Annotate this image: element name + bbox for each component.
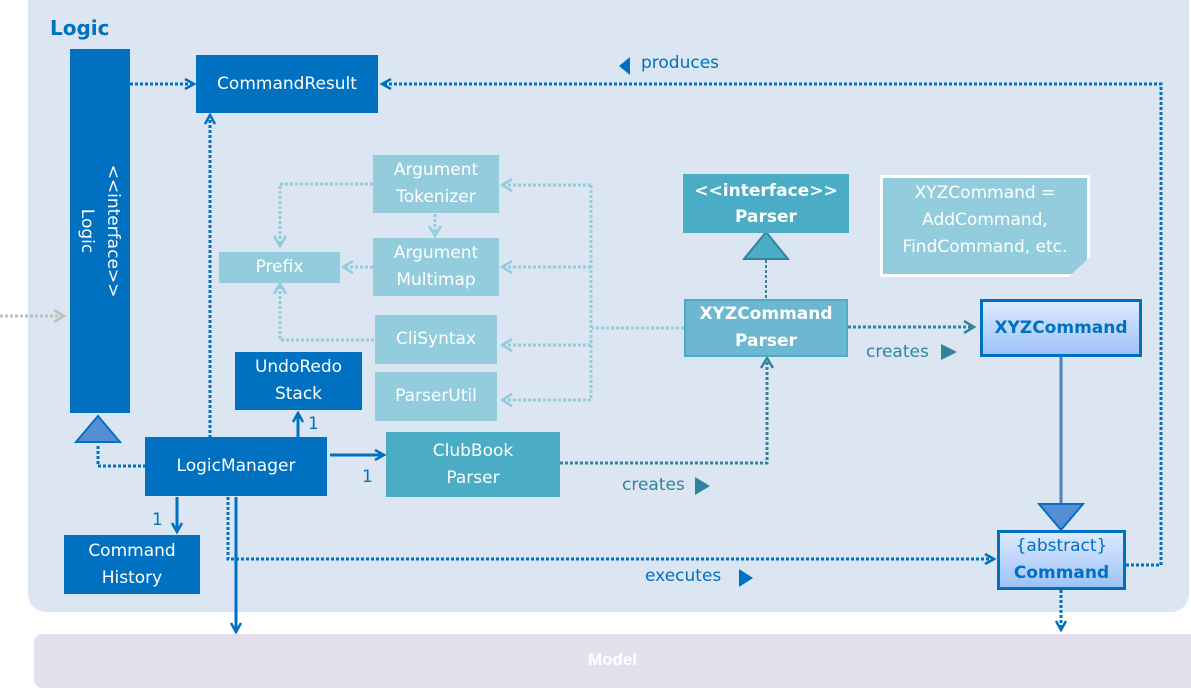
command-stereotype: {abstract} bbox=[1015, 536, 1108, 556]
argumenttokenizer-line2: Tokenizer bbox=[396, 187, 476, 207]
parser-name: Parser bbox=[735, 206, 797, 227]
history-multiplicity: 1 bbox=[152, 510, 163, 530]
undoredostack-line2: Stack bbox=[274, 384, 323, 404]
prefix-label: Prefix bbox=[255, 257, 304, 277]
argumentmultimap-class[interactable]: Argument Multimap bbox=[373, 238, 499, 296]
argumentmultimap-line2: Multimap bbox=[396, 270, 476, 290]
creates-arrow-icon bbox=[941, 344, 957, 360]
prefix-class[interactable]: Prefix bbox=[219, 252, 340, 283]
note-line-2: AddCommand, bbox=[922, 210, 1048, 230]
clubbookparser-line2: Parser bbox=[446, 467, 500, 488]
xyzcommandparser-line2: Parser bbox=[735, 331, 797, 351]
parserutil-class[interactable]: ParserUtil bbox=[375, 372, 497, 421]
undoredostack-class[interactable]: UndoRedo Stack bbox=[235, 352, 362, 410]
creates-parser-label: creates bbox=[622, 475, 685, 495]
parser-realization-triangle bbox=[741, 230, 791, 260]
xyzcommand-label: XYZCommand bbox=[994, 317, 1128, 338]
clubbook-creates-parser-line bbox=[560, 358, 767, 465]
parser-multiplicity: 1 bbox=[362, 467, 373, 487]
note-line-1: XYZCommand = bbox=[914, 183, 1056, 203]
logic-stereotype: <<interface>> bbox=[103, 164, 123, 298]
creates-arrow-icon-2 bbox=[695, 477, 710, 495]
commandhistory-line1: Command bbox=[88, 540, 176, 561]
commandresult-class[interactable]: CommandResult bbox=[196, 55, 378, 113]
commandhistory-line2: History bbox=[101, 567, 163, 588]
command-abstract-class[interactable]: {abstract} Command bbox=[997, 530, 1126, 590]
parser-stereotype: <<interface>> bbox=[694, 180, 838, 201]
xyzcommandparser-line1: XYZCommand bbox=[699, 304, 833, 324]
clubbookparser-class[interactable]: ClubBook Parser bbox=[386, 432, 560, 497]
undoredostack-line1: UndoRedo bbox=[254, 357, 343, 377]
note-line-3: FindCommand, etc. bbox=[902, 237, 1068, 257]
logic-name: Logic bbox=[77, 208, 97, 254]
logicmanager-class[interactable]: LogicManager bbox=[145, 437, 327, 496]
realization-line bbox=[96, 445, 146, 468]
produces-label: produces bbox=[641, 53, 720, 73]
xyzcommandparser-class[interactable]: XYZCommand Parser bbox=[684, 299, 848, 357]
commandresult-label: CommandResult bbox=[217, 73, 357, 94]
logicmanager-label: LogicManager bbox=[176, 456, 296, 476]
xyzcommand-note: XYZCommand = AddCommand, FindCommand, et… bbox=[880, 175, 1090, 277]
logic-interface-class[interactable]: <<interface>> Logic bbox=[70, 49, 130, 413]
executes-label: executes bbox=[645, 566, 722, 586]
argumenttokenizer-class[interactable]: Argument Tokenizer bbox=[373, 155, 499, 213]
command-name: Command bbox=[1013, 563, 1110, 583]
executes-arrow-icon bbox=[739, 569, 753, 587]
undo-multiplicity: 1 bbox=[308, 414, 319, 434]
clisyntax-to-prefix-line bbox=[280, 284, 374, 342]
clubbookparser-line1: ClubBook bbox=[432, 440, 514, 461]
tokenizer-to-prefix-line bbox=[280, 182, 373, 246]
creates-command-label: creates bbox=[866, 342, 929, 362]
parserutil-label: ParserUtil bbox=[395, 386, 477, 406]
commandhistory-class[interactable]: Command History bbox=[64, 535, 200, 594]
argumenttokenizer-line1: Argument bbox=[393, 160, 479, 180]
argumentmultimap-line1: Argument bbox=[393, 243, 479, 263]
produces-arrow-icon bbox=[619, 57, 630, 75]
clisyntax-label: CliSyntax bbox=[395, 329, 477, 349]
command-inheritance-triangle bbox=[1036, 503, 1086, 532]
clisyntax-class[interactable]: CliSyntax bbox=[375, 315, 497, 364]
executes-line bbox=[226, 497, 994, 559]
xyzcommand-class[interactable]: XYZCommand bbox=[980, 299, 1142, 357]
logic-realization-triangle bbox=[73, 414, 123, 443]
parser-interface-class[interactable]: <<interface>> Parser bbox=[683, 174, 849, 233]
